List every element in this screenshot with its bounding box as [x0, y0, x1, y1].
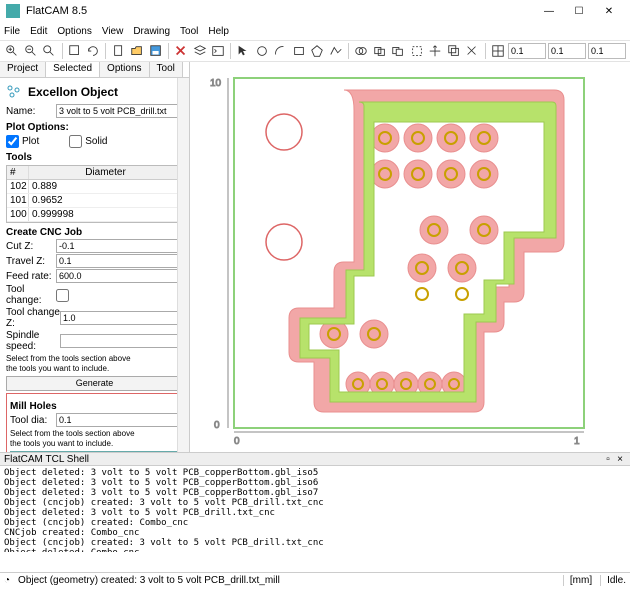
name-input[interactable] [56, 104, 183, 118]
feed-input[interactable] [56, 269, 183, 283]
create-cnc-label: Create CNC Job [6, 227, 183, 238]
table-row: 1020.889 [7, 180, 182, 194]
clear-plot-icon[interactable] [66, 42, 83, 60]
generate-geometry-button[interactable]: Generate Geometry [10, 451, 179, 452]
select-note: Select from the tools section above the … [6, 354, 183, 374]
open-icon[interactable] [129, 42, 146, 60]
svg-text:10: 10 [210, 78, 222, 89]
shell-header: FlatCAM TCL Shell ▫ × [0, 452, 630, 466]
grid-icon[interactable] [490, 42, 507, 60]
statusbar: ◔ Object (geometry) created: 3 volt to 5… [0, 572, 630, 588]
menubar: File Edit Options View Drawing Tool Help [0, 22, 630, 40]
tab-options[interactable]: Options [100, 62, 149, 77]
left-panel: Project Selected Options Tool Excellon O… [0, 62, 190, 452]
travelz-input[interactable] [56, 254, 183, 268]
solid-checkbox[interactable]: Solid [69, 135, 107, 148]
status-icon: ◔ [4, 575, 10, 586]
app-icon [6, 4, 20, 18]
travelz-label: Travel Z: [6, 256, 56, 267]
delete-icon[interactable] [173, 42, 190, 60]
status-state: Idle. [600, 575, 626, 586]
maximize-button[interactable]: ☐ [564, 2, 594, 20]
path-icon[interactable] [328, 42, 345, 60]
zoom-in-icon[interactable] [4, 42, 21, 60]
toolchgz-input[interactable] [60, 311, 183, 325]
toolchg-label: Tool change: [6, 284, 56, 306]
toolchgz-label: Tool change Z: [6, 307, 60, 329]
cutz-input[interactable] [56, 239, 183, 253]
arc-icon[interactable] [272, 42, 289, 60]
menu-edit[interactable]: Edit [30, 26, 47, 37]
grid-input-1[interactable] [508, 43, 546, 59]
svg-text:0: 0 [214, 420, 220, 431]
panel-tabs: Project Selected Options Tool [0, 62, 189, 78]
excellon-icon [6, 84, 22, 100]
tools-table[interactable]: #Diameter 1020.889 1010.9652 1000.999998 [6, 165, 183, 223]
copy-icon[interactable] [446, 42, 463, 60]
zoom-fit-icon[interactable] [41, 42, 58, 60]
toolchg-checkbox[interactable] [56, 289, 69, 302]
shell-icon[interactable] [210, 42, 227, 60]
titlebar: FlatCAM 8.5 — ☐ ✕ [0, 0, 630, 22]
plot-checkbox[interactable]: Plot [6, 135, 39, 148]
menu-file[interactable]: File [4, 26, 20, 37]
delete-shape-icon[interactable] [464, 42, 481, 60]
shell-close-icon[interactable]: × [614, 454, 626, 465]
tab-project[interactable]: Project [0, 62, 46, 77]
svg-text:1: 1 [574, 436, 580, 447]
menu-options[interactable]: Options [57, 26, 91, 37]
cutz-label: Cut Z: [6, 241, 56, 252]
table-row: 1000.999998 [7, 208, 182, 222]
tcl-shell[interactable]: Object deleted: 3 volt to 5 volt PCB_cop… [0, 466, 630, 552]
save-icon[interactable] [147, 42, 164, 60]
subtract-icon[interactable] [390, 42, 407, 60]
select-icon[interactable] [235, 42, 252, 60]
close-button[interactable]: ✕ [594, 2, 624, 20]
move-icon[interactable] [427, 42, 444, 60]
tab-tool[interactable]: Tool [150, 62, 183, 77]
union-icon[interactable] [353, 42, 370, 60]
spindle-input[interactable] [60, 334, 183, 348]
toolbar [0, 40, 630, 62]
menu-drawing[interactable]: Drawing [133, 26, 170, 37]
svg-text:0: 0 [234, 436, 240, 447]
mill-holes-section: Mill Holes Tool dia: Select from the too… [6, 393, 183, 452]
app-title: FlatCAM 8.5 [26, 5, 534, 17]
tooldia-input[interactable] [56, 413, 179, 427]
layers-icon[interactable] [191, 42, 208, 60]
tab-selected[interactable]: Selected [46, 62, 100, 77]
tools-label: Tools [6, 152, 183, 163]
generate-button[interactable]: Generate [6, 376, 183, 391]
menu-view[interactable]: View [102, 26, 124, 37]
menu-tool[interactable]: Tool [180, 26, 198, 37]
panel-scrollbar[interactable] [177, 78, 189, 452]
polygon-icon[interactable] [309, 42, 326, 60]
plot-canvas[interactable]: 0 1 0 10 [190, 62, 630, 452]
tooldia-label: Tool dia: [10, 415, 56, 426]
mill-holes-label: Mill Holes [10, 401, 179, 412]
replot-icon[interactable] [85, 42, 102, 60]
zoom-out-icon[interactable] [23, 42, 40, 60]
shell-title: FlatCAM TCL Shell [4, 454, 89, 465]
select-note-2: Select from the tools section above the … [10, 429, 179, 449]
grid-input-2[interactable] [548, 43, 586, 59]
intersect-icon[interactable] [372, 42, 389, 60]
status-message: Object (geometry) created: 3 volt to 5 v… [18, 575, 280, 586]
shell-undock-icon[interactable]: ▫ [602, 454, 614, 465]
panel-title: Excellon Object [28, 85, 118, 99]
spindle-label: Spindle speed: [6, 330, 60, 352]
pcb-plot: 0 1 0 10 [204, 62, 614, 452]
grid-input-3[interactable] [588, 43, 626, 59]
name-label: Name: [6, 106, 56, 117]
new-icon[interactable] [110, 42, 127, 60]
status-units: [mm] [563, 575, 592, 586]
cut-icon[interactable] [409, 42, 426, 60]
plot-options-label: Plot Options: [6, 122, 183, 133]
table-row: 1010.9652 [7, 194, 182, 208]
menu-help[interactable]: Help [208, 26, 229, 37]
minimize-button[interactable]: — [534, 2, 564, 20]
circle-icon[interactable] [254, 42, 271, 60]
rect-icon[interactable] [291, 42, 308, 60]
feed-label: Feed rate: [6, 271, 56, 282]
